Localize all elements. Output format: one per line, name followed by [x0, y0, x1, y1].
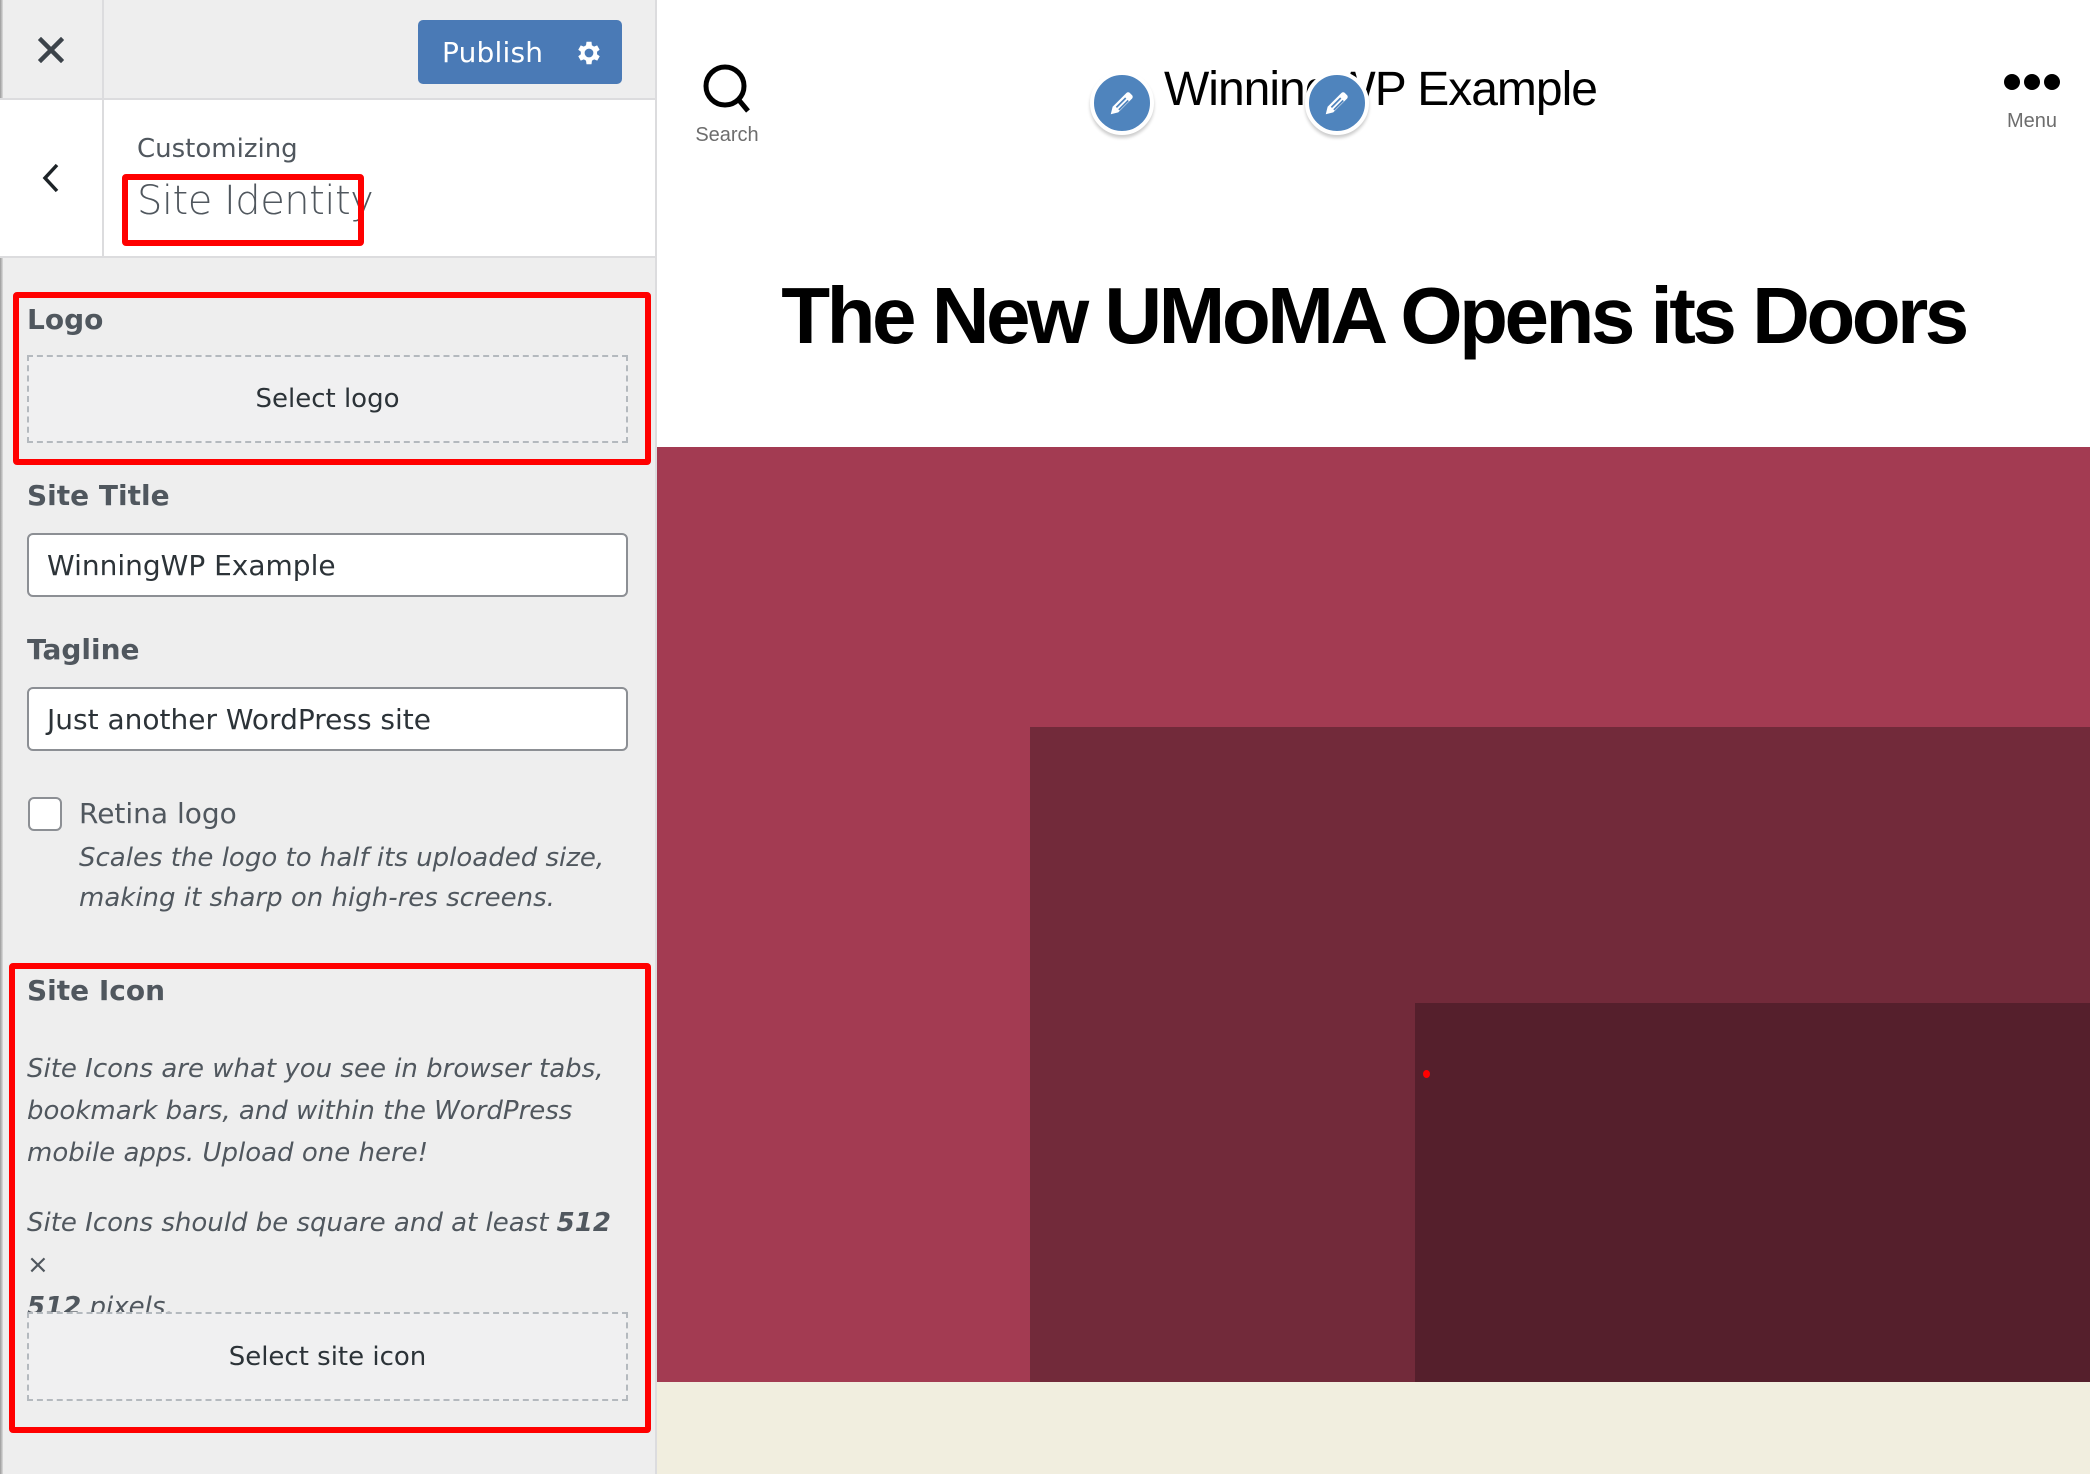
- site-title-input[interactable]: WinningWP Example: [27, 533, 628, 597]
- site-title-label: Site Title: [27, 479, 170, 512]
- size-note-width: 512: [556, 1208, 611, 1238]
- tagline-input[interactable]: Just another WordPress site: [27, 687, 628, 751]
- hero-image: [657, 447, 2090, 1382]
- publish-button[interactable]: Publish: [418, 20, 622, 84]
- menu-toggle[interactable]: Menu: [1992, 72, 2072, 133]
- post-title[interactable]: The New UMoMA Opens its Doors: [657, 270, 2090, 362]
- customizer-sidebar: Publish Customizing Site Identity Logo S…: [0, 0, 657, 1474]
- search-label: Search: [695, 124, 759, 146]
- select-site-icon-button[interactable]: Select site icon: [27, 1312, 628, 1401]
- pencil-icon: [1325, 92, 1348, 115]
- site-icon-desc-line1: Site Icons are what you see in browser t…: [27, 1054, 604, 1084]
- logo-label: Logo: [27, 303, 104, 336]
- hero-dot: [1423, 1070, 1430, 1078]
- back-button[interactable]: [0, 100, 104, 256]
- hero-inner-block: [1415, 1003, 2090, 1382]
- size-note-prefix: Site Icons should be square and at least: [27, 1208, 557, 1238]
- more-horizontal-icon: [2004, 74, 2060, 90]
- chevron-left-icon: [42, 163, 59, 193]
- customizing-label: Customizing: [137, 134, 298, 164]
- content-area: [657, 1382, 2090, 1474]
- search-icon: [703, 64, 750, 113]
- site-icon-desc-line3: mobile apps. Upload one here!: [27, 1138, 429, 1168]
- publish-label: Publish: [442, 35, 544, 69]
- gear-icon[interactable]: [574, 38, 604, 68]
- retina-logo-label[interactable]: Retina logo: [79, 797, 237, 830]
- retina-desc-line2: making it sharp on high-res screens.: [79, 883, 555, 913]
- close-customizer-button[interactable]: [0, 0, 104, 100]
- retina-logo-description: Scales the logo to half its uploaded siz…: [79, 838, 604, 918]
- site-title-link[interactable]: WinningWP Example: [1164, 62, 1598, 117]
- size-note-times: ×: [27, 1250, 49, 1280]
- pencil-icon: [1110, 92, 1133, 115]
- edit-site-tagline-shortcut[interactable]: [1305, 71, 1369, 135]
- retina-desc-line1: Scales the logo to half its uploaded siz…: [79, 843, 605, 873]
- select-logo-button[interactable]: Select logo: [27, 355, 628, 443]
- site-icon-label: Site Icon: [27, 974, 166, 1007]
- section-title: Site Identity: [137, 178, 374, 224]
- edit-site-title-shortcut[interactable]: [1090, 71, 1154, 135]
- customizer-topbar: Publish: [0, 0, 655, 100]
- site-preview: Search WinningWP Example Menu The New UM…: [657, 0, 2090, 1474]
- section-header: Customizing Site Identity: [0, 100, 655, 258]
- menu-label: Menu: [2006, 110, 2058, 132]
- search-toggle[interactable]: Search: [687, 62, 767, 147]
- site-icon-description: Site Icons are what you see in browser t…: [27, 1048, 603, 1174]
- close-icon: [38, 37, 64, 63]
- retina-logo-checkbox[interactable]: [28, 797, 62, 831]
- tagline-label: Tagline: [27, 633, 140, 666]
- site-icon-desc-line2: bookmark bars, and within the WordPress: [27, 1096, 573, 1126]
- site-icon-size-note: Site Icons should be square and at least…: [27, 1202, 627, 1328]
